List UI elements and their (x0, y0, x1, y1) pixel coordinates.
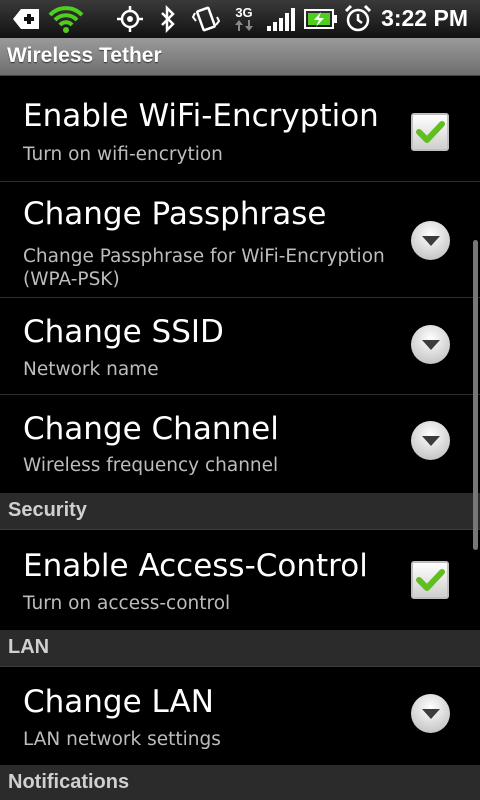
alarm-icon (343, 4, 373, 34)
vibrate-icon (190, 4, 222, 34)
pref-change-lan[interactable]: Change LAN LAN network settings (0, 667, 480, 765)
category-header-lan: LAN (0, 630, 480, 667)
pref-summary: LAN network settings (23, 729, 221, 750)
pref-change-passphrase[interactable]: Change Passphrase Change Passphrase for … (0, 182, 480, 298)
pref-title: Change SSID (23, 314, 224, 350)
app-title-bar: Wireless Tether (0, 38, 480, 76)
category-header-security: Security (0, 493, 480, 530)
pref-summary: Turn on access-control (23, 593, 231, 614)
gps-icon (115, 4, 145, 34)
chevron-down-icon[interactable] (411, 694, 450, 733)
chevron-down-icon[interactable] (411, 421, 450, 460)
screen: 3G 3:22 PM Wireless Tether Enable WiFi-E… (0, 0, 480, 800)
pref-change-channel[interactable]: Change Channel Wireless frequency channe… (0, 395, 480, 493)
scrollbar[interactable] (473, 240, 478, 550)
app-title: Wireless Tether (7, 44, 162, 67)
category-header-notifications: Notifications (0, 765, 480, 800)
pref-title: Change Passphrase (23, 196, 327, 232)
bluetooth-icon (157, 4, 179, 34)
pref-summary: Turn on wifi-encrytion (23, 144, 223, 165)
clock: 3:22 PM (381, 5, 468, 31)
pref-title: Change LAN (23, 684, 214, 720)
pref-summary: Wireless frequency channel (23, 455, 279, 476)
pref-summary: Network name (23, 359, 159, 380)
category-title: LAN (8, 636, 50, 658)
pref-enable-access-control[interactable]: Enable Access-Control Turn on access-con… (0, 530, 480, 630)
pref-enable-wifi-encryption[interactable]: Enable WiFi-Encryption Turn on wifi-encr… (0, 76, 480, 182)
checkmark-icon (416, 121, 445, 143)
pref-change-ssid[interactable]: Change SSID Network name (0, 298, 480, 395)
preference-list: Enable WiFi-Encryption Turn on wifi-encr… (0, 76, 480, 800)
wifi-icon (47, 4, 85, 34)
category-title: Notifications (8, 771, 130, 793)
chevron-down-icon[interactable] (411, 325, 450, 364)
usb-debug-icon (10, 4, 42, 34)
battery-charging-icon (304, 4, 338, 34)
pref-title: Enable WiFi-Encryption (23, 98, 379, 134)
signal-icon (265, 4, 297, 34)
network-3g-icon: 3G (231, 4, 257, 34)
pref-summary: Change Passphrase for WiFi-Encryption (W… (23, 246, 385, 290)
access-control-checkbox[interactable] (411, 561, 449, 599)
chevron-down-icon[interactable] (411, 221, 450, 260)
pref-title: Change Channel (23, 411, 279, 447)
wifi-encryption-checkbox[interactable] (411, 113, 449, 151)
status-bar: 3G 3:22 PM (0, 0, 480, 38)
checkmark-icon (416, 569, 445, 591)
network-type-label: 3G (235, 5, 253, 20)
category-title: Security (8, 499, 87, 521)
pref-title: Enable Access-Control (23, 548, 368, 584)
